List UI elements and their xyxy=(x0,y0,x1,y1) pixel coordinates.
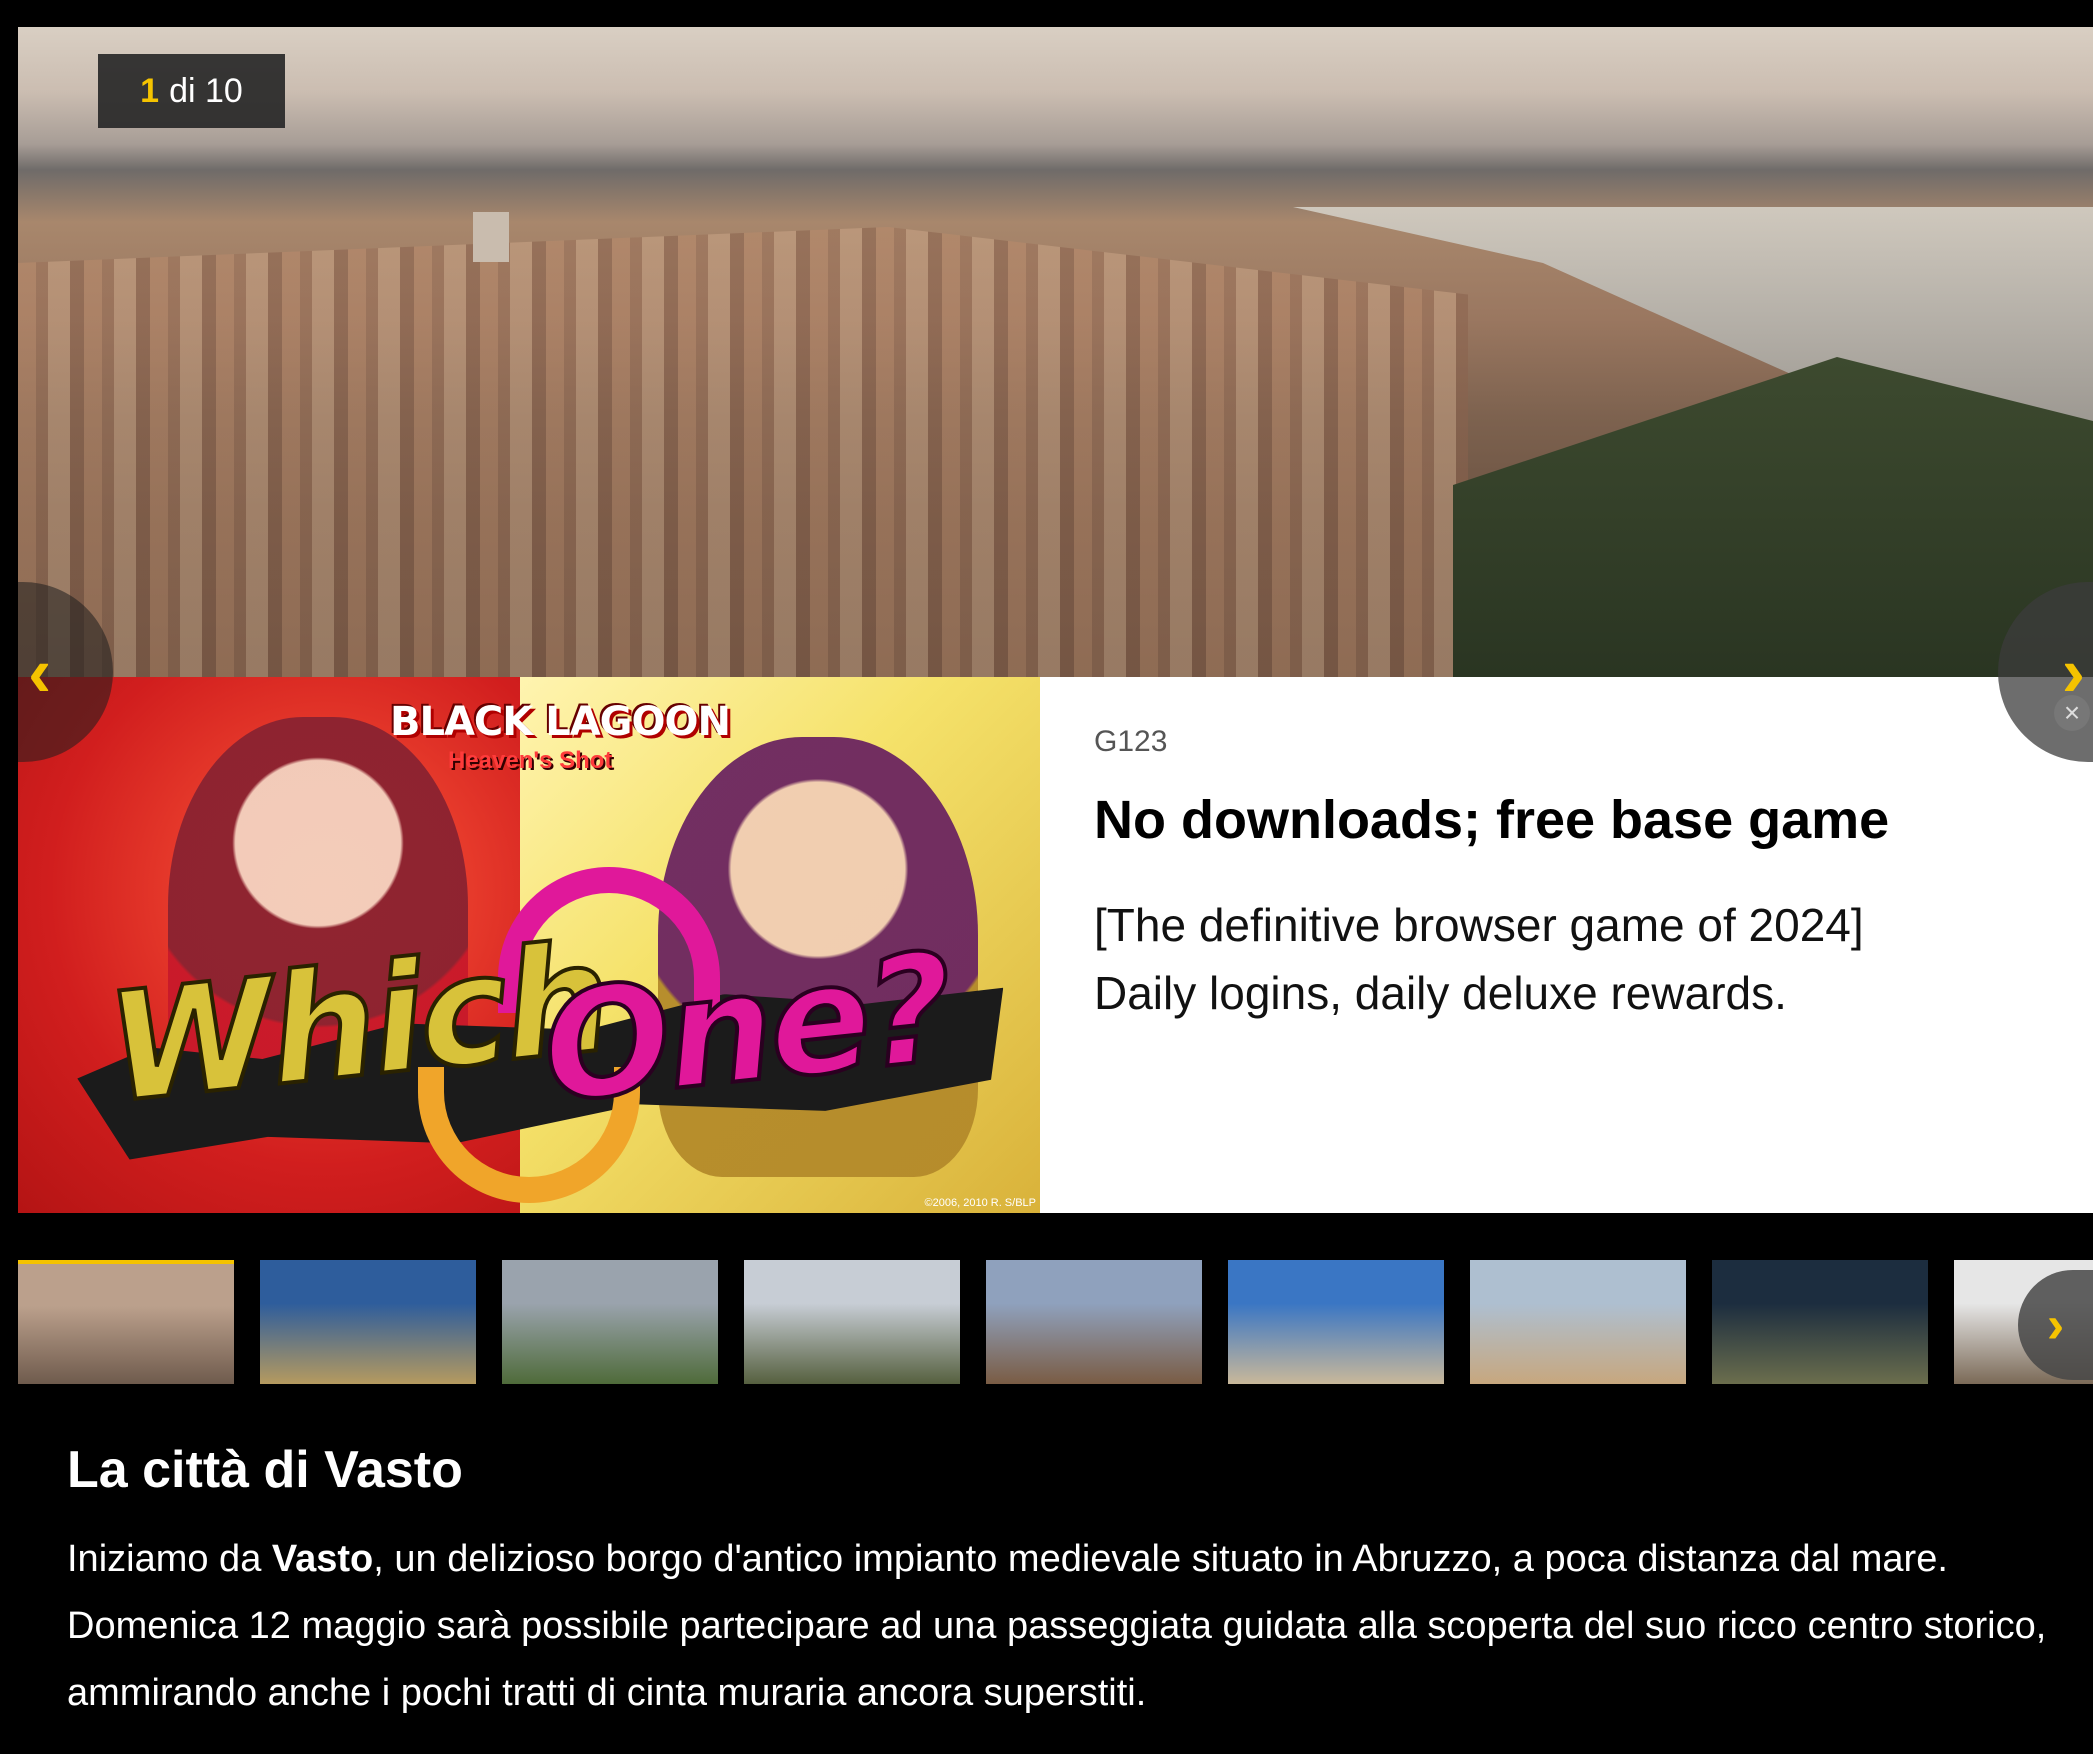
thumbnail-6[interactable] xyxy=(1228,1260,1444,1384)
main-photo[interactable] xyxy=(18,27,2093,677)
hill-area xyxy=(1453,357,2093,677)
article-paragraph: Iniziamo da Vasto, un delizioso borgo d'… xyxy=(67,1526,2057,1727)
ad-game-logo-sub: Heaven's Shot xyxy=(448,747,613,774)
ad-text[interactable]: G123 No downloads; free base game [The d… xyxy=(1040,677,2093,1213)
ad-game-logo: BLACK LAGOON xyxy=(390,699,731,745)
thumbnail-2[interactable] xyxy=(260,1260,476,1384)
town-area xyxy=(18,227,1468,677)
ad-title[interactable]: No downloads; free base game xyxy=(1094,789,2093,851)
slide-counter-total: di 10 xyxy=(169,71,243,110)
thumbnail-strip xyxy=(18,1260,2093,1384)
close-icon[interactable]: × xyxy=(2054,695,2090,731)
ad-description-line2: Daily logins, daily deluxe rewards. xyxy=(1094,967,1787,1019)
ad-description-line1: [The definitive browser game of 2024] xyxy=(1094,899,1864,951)
article-text-start: Iniziamo da xyxy=(67,1538,272,1580)
article-title: La città di Vasto xyxy=(67,1441,463,1499)
thumbnail-4[interactable] xyxy=(744,1260,960,1384)
thumbnail-7[interactable] xyxy=(1470,1260,1686,1384)
slide-counter: 1 di 10 xyxy=(98,54,285,128)
ad-description: [The definitive browser game of 2024] Da… xyxy=(1094,891,2093,1027)
photo-gallery: 1 di 10 BLACK LAGOON Heaven's Shot Which… xyxy=(18,27,2093,1213)
advertisement[interactable]: BLACK LAGOON Heaven's Shot Which One? ©2… xyxy=(18,677,2093,1213)
slide-counter-current: 1 xyxy=(140,71,160,110)
ad-copyright: ©2006, 2010 R. S/BLP xyxy=(924,1197,1036,1209)
article-text-bold: Vasto xyxy=(271,1538,374,1580)
thumbnail-3[interactable] xyxy=(502,1260,718,1384)
tower-building xyxy=(473,212,509,262)
article: La città di Vasto Iniziamo da Vasto, un … xyxy=(67,1440,2057,1727)
chevron-left-icon: ‹ xyxy=(28,633,52,711)
ad-source: G123 xyxy=(1094,725,1168,758)
ad-image[interactable]: BLACK LAGOON Heaven's Shot Which One? ©2… xyxy=(18,677,1040,1213)
thumbnail-5[interactable] xyxy=(986,1260,1202,1384)
chevron-right-icon: › xyxy=(2046,1296,2065,1354)
thumbnail-8[interactable] xyxy=(1712,1260,1928,1384)
thumbnail-1[interactable] xyxy=(18,1260,234,1384)
